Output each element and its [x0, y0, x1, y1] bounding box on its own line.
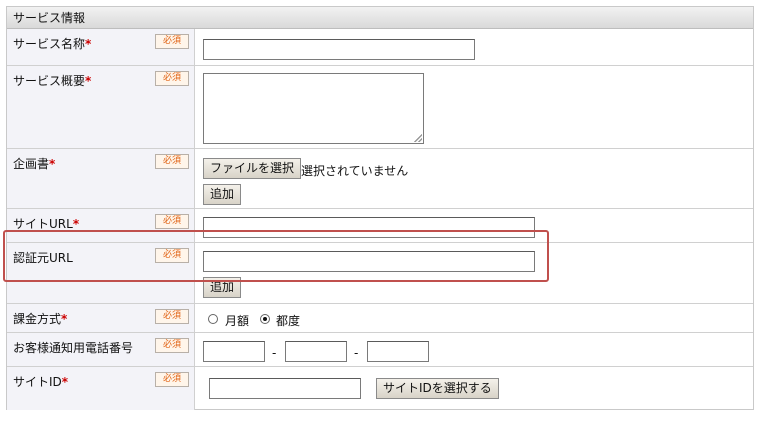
required-badge: 必須: [155, 309, 189, 324]
phone-part3-input[interactable]: [367, 341, 429, 362]
required-badge: 必須: [155, 248, 189, 263]
field-label: 企画書*: [13, 157, 56, 171]
add-auth-url-button[interactable]: 追加: [203, 277, 242, 298]
select-site-id-button[interactable]: サイトIDを選択する: [376, 378, 499, 399]
section-title: サービス情報: [7, 7, 753, 29]
required-star: *: [85, 37, 92, 51]
label-cell: 認証元URL 必須: [7, 243, 195, 303]
service-summary-textarea[interactable]: [203, 73, 424, 144]
phone-separator: -: [272, 346, 277, 360]
label-cell: 課金方式* 必須: [7, 304, 195, 332]
required-star: *: [72, 217, 80, 231]
row-billing: 課金方式* 必須 月額 都度: [7, 304, 753, 333]
required-badge: 必須: [155, 71, 189, 86]
row-site-id: サイトID* 必須 サイトIDを選択する: [7, 367, 753, 410]
input-cell: サイトIDを選択する: [196, 367, 753, 410]
field-label: 認証元URL: [13, 251, 73, 265]
service-name-input[interactable]: [203, 39, 475, 60]
billing-monthly-label[interactable]: 月額: [225, 312, 249, 329]
row-site-url: サイトURL* 必須: [7, 209, 753, 243]
required-star: *: [85, 74, 92, 88]
label-cell: 企画書* 必須: [7, 149, 195, 208]
required-badge: 必須: [155, 372, 189, 387]
file-status-text: 選択されていません: [301, 164, 409, 178]
field-label: サービス概要*: [13, 74, 92, 88]
field-label: お客様通知用電話番号: [13, 341, 134, 355]
field-label: サイトID*: [13, 375, 69, 389]
input-cell: [196, 209, 753, 242]
row-service-name: サービス名称* 必須: [7, 29, 753, 66]
required-star: *: [61, 312, 68, 326]
row-phone: お客様通知用電話番号 必須 - -: [7, 333, 753, 367]
required-star: *: [49, 157, 56, 171]
billing-monthly-radio[interactable]: [208, 314, 218, 324]
phone-part1-input[interactable]: [203, 341, 265, 362]
file-select-button[interactable]: ファイルを選択: [203, 158, 302, 179]
phone-separator: -: [354, 346, 359, 360]
input-cell: ファイルを選択 選択されていません 追加: [196, 149, 753, 208]
auth-url-input[interactable]: [203, 251, 535, 272]
billing-per-use-radio[interactable]: [260, 314, 270, 324]
required-badge: 必須: [155, 154, 189, 169]
input-cell: [196, 66, 753, 148]
input-cell: 追加: [196, 243, 753, 303]
field-label: 課金方式*: [13, 312, 68, 326]
row-proposal: 企画書* 必須 ファイルを選択 選択されていません 追加: [7, 149, 753, 209]
label-cell: サイトID* 必須: [7, 367, 195, 410]
field-label: サービス名称*: [13, 37, 92, 51]
add-proposal-button[interactable]: 追加: [203, 184, 242, 205]
label-cell: サービス概要* 必須: [7, 66, 195, 148]
input-cell: 月額 都度: [196, 304, 753, 332]
billing-per-use-label[interactable]: 都度: [276, 312, 300, 329]
input-cell: - -: [196, 333, 753, 366]
phone-part2-input[interactable]: [285, 341, 347, 362]
required-badge: 必須: [155, 338, 189, 353]
field-label: サイトURL*: [13, 217, 80, 231]
label-cell: サービス名称* 必須: [7, 29, 195, 65]
required-badge: 必須: [155, 214, 189, 229]
label-cell: サイトURL* 必須: [7, 209, 195, 242]
site-url-input[interactable]: [203, 217, 535, 238]
label-cell: お客様通知用電話番号 必須: [7, 333, 195, 366]
required-star: *: [61, 375, 69, 389]
input-cell: [196, 29, 753, 65]
row-service-summary: サービス概要* 必須: [7, 66, 753, 149]
service-info-form: サービス情報 サービス名称* 必須 サービス概要* 必須 企画書* 必須 ファイ…: [6, 6, 754, 410]
resize-grip-icon[interactable]: [414, 134, 422, 142]
site-id-input[interactable]: [209, 378, 361, 399]
required-badge: 必須: [155, 34, 189, 49]
row-auth-url: 認証元URL 必須 追加: [7, 243, 753, 304]
